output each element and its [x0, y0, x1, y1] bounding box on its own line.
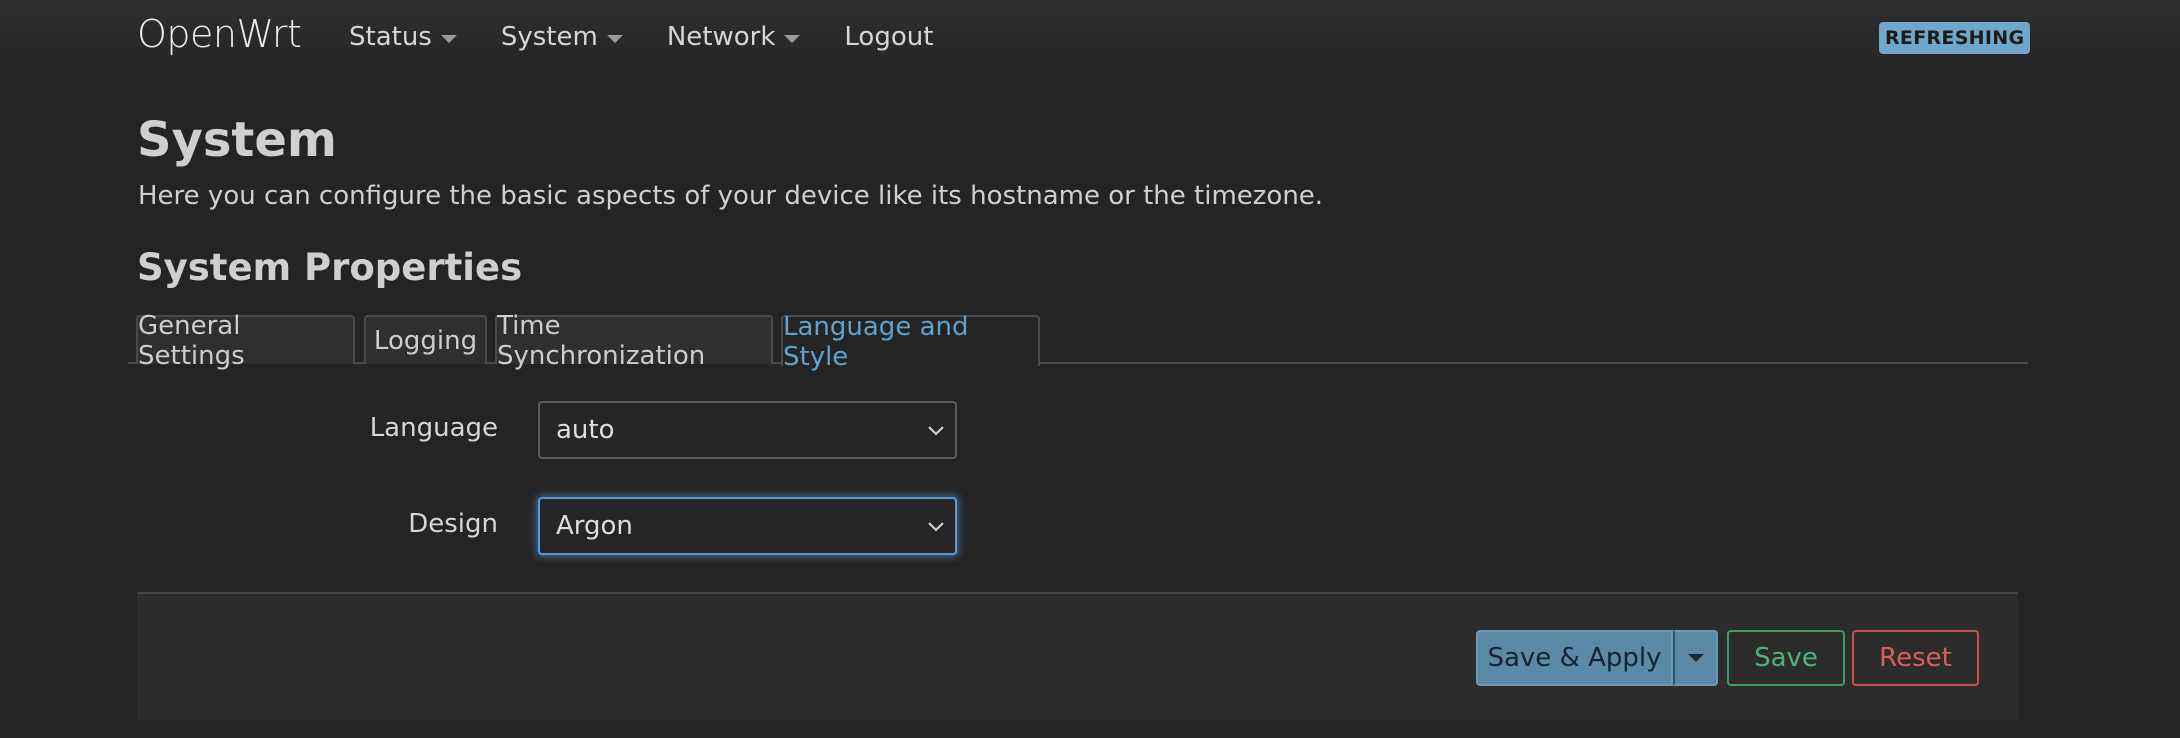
save-label: Save — [1754, 643, 1818, 673]
caret-down-icon — [606, 34, 623, 43]
menu-item-status[interactable]: Status — [349, 0, 457, 74]
page-title: System — [137, 112, 337, 168]
design-select[interactable]: Argon — [538, 497, 957, 555]
menu-item-network[interactable]: Network — [667, 0, 801, 74]
save-and-apply-button[interactable]: Save & Apply — [1476, 630, 1673, 686]
menu-item-label: Network — [666, 22, 776, 52]
design-select-value: Argon — [556, 511, 633, 541]
tab-general-settings[interactable]: General Settings — [136, 311, 355, 371]
page-description: Here you can configure the basic aspects… — [138, 181, 1324, 211]
reset-button[interactable]: Reset — [1852, 630, 1979, 686]
save-button[interactable]: Save — [1727, 630, 1845, 686]
tab-label: Logging — [373, 325, 478, 356]
menu-item-label: Status — [349, 22, 432, 52]
caret-down-icon — [784, 34, 801, 43]
refreshing-badge[interactable]: REFRESHING — [1879, 22, 2031, 54]
reset-label: Reset — [1879, 643, 1952, 673]
menu-item-system[interactable]: System — [501, 0, 623, 74]
caret-down-icon — [1687, 654, 1704, 662]
tab-time-synchronization[interactable]: Time Synchronization — [495, 311, 773, 371]
chevron-down-icon — [928, 522, 944, 532]
language-select-value: auto — [556, 415, 615, 445]
save-apply-dropdown-button[interactable] — [1673, 630, 1718, 686]
language-select[interactable]: auto — [538, 401, 957, 459]
menu-item-logout[interactable]: Logout — [844, 0, 933, 74]
top-navbar: OpenWrt Status System Network Logout REF… — [0, 0, 2180, 74]
tab-bar: General Settings Logging Time Synchroniz… — [128, 311, 2028, 372]
brand-logo[interactable]: OpenWrt — [137, 12, 302, 56]
design-label: Design — [408, 509, 498, 539]
main-menu: Status System Network Logout — [349, 0, 977, 74]
chevron-down-icon — [928, 426, 944, 436]
tab-language-and-style[interactable]: Language and Style — [781, 312, 1040, 372]
menu-item-label: Logout — [844, 22, 934, 52]
language-label: Language — [369, 413, 498, 443]
menu-item-label: System — [500, 22, 598, 52]
tab-logging[interactable]: Logging — [364, 315, 487, 364]
tab-label: General Settings — [138, 310, 245, 371]
tab-label: Time Synchronization — [497, 310, 706, 371]
save-and-apply-label: Save & Apply — [1487, 643, 1662, 673]
caret-down-icon — [440, 34, 457, 43]
section-title: System Properties — [137, 246, 523, 289]
form-actions: Save & Apply Save Reset — [137, 592, 2018, 720]
tab-label: Language and Style — [783, 311, 969, 372]
